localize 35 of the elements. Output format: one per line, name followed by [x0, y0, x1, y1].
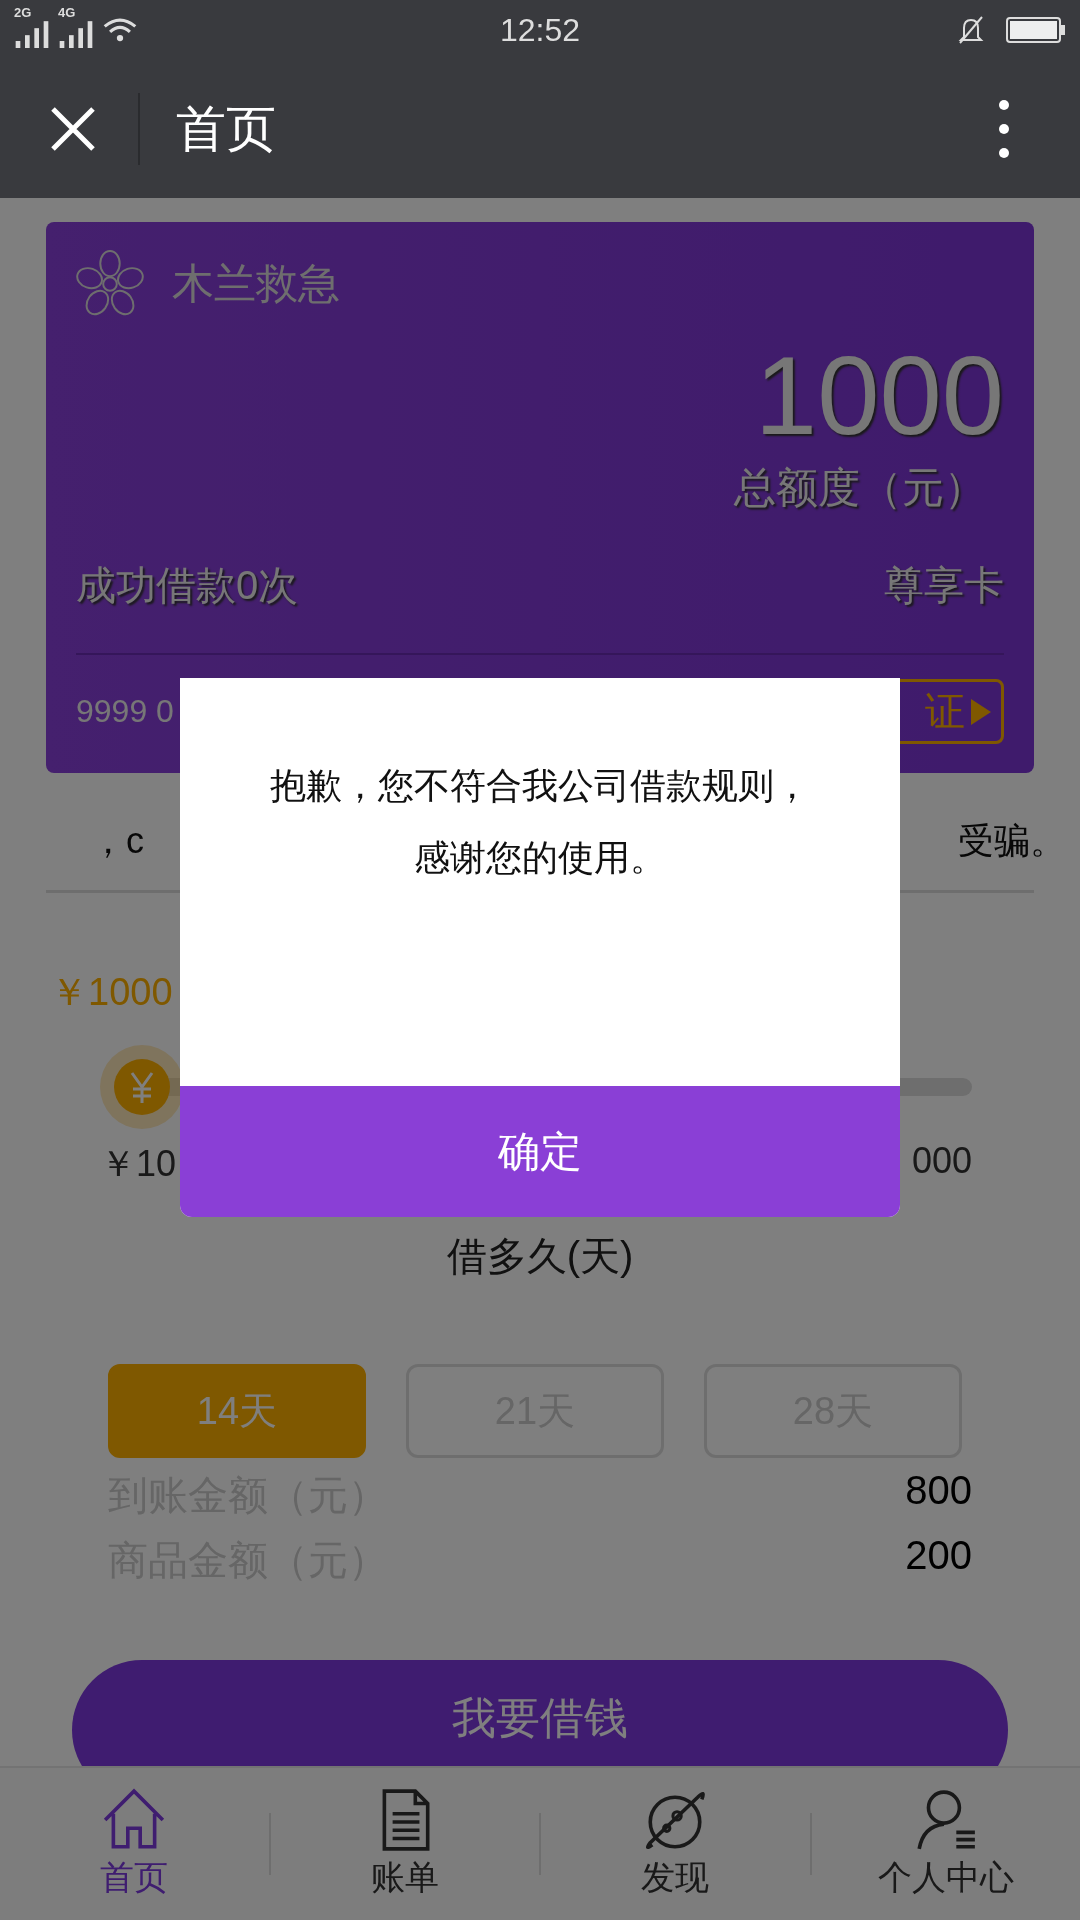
- detail-value: 800: [905, 1468, 972, 1514]
- tab-item[interactable]: 个人中心: [811, 1787, 1080, 1901]
- loan-amount: ￥1000: [50, 970, 174, 1015]
- flower-logo-icon: [76, 250, 144, 318]
- signal-icon: [14, 20, 50, 48]
- detail-value: 200: [905, 1533, 972, 1579]
- brand-name: 木兰救急: [172, 259, 340, 309]
- network-label: 2G: [14, 6, 32, 19]
- min-amount: ￥10: [100, 1142, 177, 1186]
- more-icon: [998, 99, 1010, 159]
- loan-count: 成功借款0次: [76, 562, 299, 609]
- signal-icon: [58, 20, 94, 48]
- more-button[interactable]: [998, 99, 1010, 159]
- notice-text: ，c: [90, 819, 144, 863]
- term-label: 借多久(天): [445, 1233, 635, 1280]
- play-triangle-icon: [969, 696, 993, 727]
- wifi-icon: [102, 16, 138, 44]
- muted-bell-icon: [956, 15, 986, 45]
- battery-icon: [1006, 17, 1066, 43]
- credit-amount: 1000: [753, 340, 1004, 452]
- network-label: 4G: [58, 6, 76, 19]
- confirm-button[interactable]: 确定: [180, 1086, 900, 1217]
- card-number: 9999 0: [76, 693, 174, 730]
- max-amount: 000: [911, 1140, 972, 1183]
- borrow-button[interactable]: 我要借钱: [72, 1660, 1008, 1766]
- amount-label: 总额度（元）: [733, 463, 986, 513]
- notice-text: 受骗。: [958, 819, 1066, 863]
- page-title: 首页: [176, 99, 276, 159]
- tab-item[interactable]: 首页: [0, 1787, 269, 1901]
- tab-item[interactable]: 账单: [270, 1787, 539, 1901]
- yen-coin-icon: [114, 1059, 170, 1115]
- dialog-message: 抱歉，您不符合我公司借款规则，感谢您的使用。: [269, 764, 811, 880]
- clock-time: 12:52: [499, 11, 581, 49]
- card-type: 尊享卡: [884, 562, 1004, 609]
- tab-item[interactable]: 发现: [541, 1787, 810, 1901]
